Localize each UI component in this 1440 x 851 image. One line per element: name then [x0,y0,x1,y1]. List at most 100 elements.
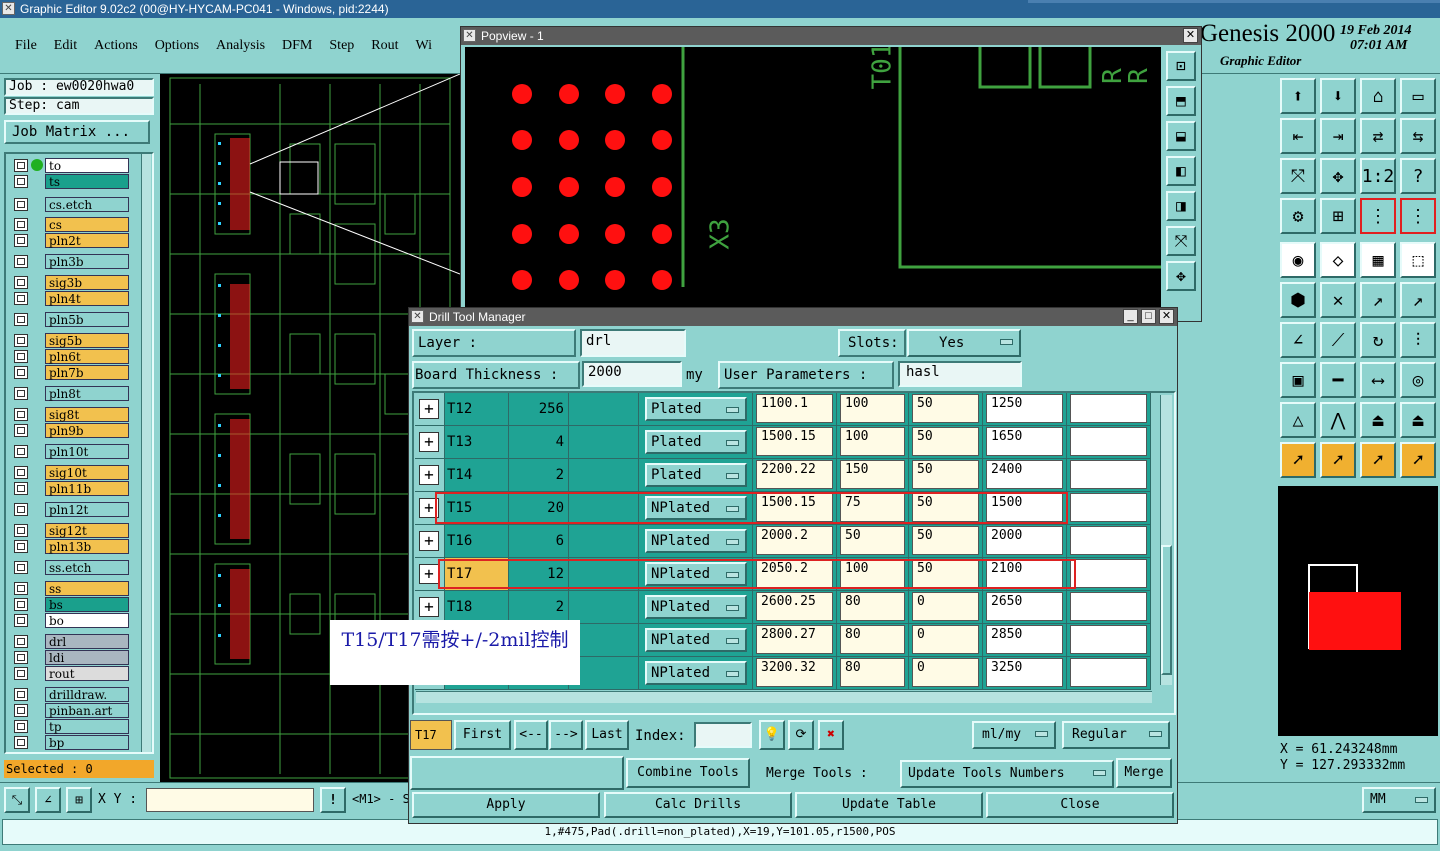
settings-icon[interactable]: ⚙ [1280,198,1316,234]
layer-checkbox[interactable] [14,445,28,458]
tool-param1-input[interactable]: 80 [840,625,905,654]
layer-checkbox[interactable] [14,159,28,172]
tool-size-input[interactable]: 2000.2 [756,526,833,555]
units-dropdown[interactable]: MM [1362,787,1436,813]
layer-checkbox[interactable] [14,598,28,611]
menu-options[interactable]: Options [155,38,199,53]
tool-extra-input[interactable] [1070,625,1147,654]
arch-icon[interactable]: ⋀ [1320,402,1356,438]
expand-icon[interactable]: + [419,399,439,419]
layer-checkbox[interactable] [14,704,28,717]
tool-param2-input[interactable]: 50 [912,394,979,423]
tool-type-dropdown[interactable]: Plated [645,463,747,487]
menu-rout[interactable]: Rout [371,38,398,53]
update-table-button[interactable]: Update Table [795,792,983,818]
tool-param2-input[interactable]: 50 [912,526,979,555]
tool-size-input[interactable]: 2200.22 [756,460,833,489]
clear-icon[interactable]: ✖ [818,720,844,750]
layer-checkbox[interactable] [14,667,28,680]
calc-drills-button[interactable]: Calc Drills [604,792,792,818]
tool-param1-input[interactable]: 100 [840,394,905,423]
xy-input[interactable] [146,788,314,812]
layer-checkbox[interactable] [14,218,28,231]
layer-name[interactable]: tp [45,719,129,734]
job-matrix-button[interactable]: Job Matrix ... [4,120,150,144]
tool-extra-input[interactable] [1070,493,1147,522]
layer-checkbox[interactable] [14,736,28,749]
tool-extra-input[interactable] [1070,427,1147,456]
tool-row[interactable]: + T14 2 Plated 2200.22 150 50 2400 [415,459,1151,492]
expand-icon[interactable]: + [419,564,439,584]
fit-icon[interactable]: ⤧ [1280,158,1316,194]
layer-name[interactable]: cs [45,217,129,232]
grid-icon[interactable]: ⊞ [1320,198,1356,234]
merge-mode-dropdown[interactable]: Update Tools Numbers [900,760,1114,788]
pointer-edit-icon[interactable]: ➚ [1360,442,1396,478]
menu-edit[interactable]: Edit [54,38,77,53]
swap-icon[interactable]: ⇄ [1360,118,1396,154]
apply-button[interactable]: Apply [412,792,600,818]
layer-name[interactable]: pln2t [45,233,129,248]
layer-checkbox[interactable] [14,466,28,479]
units-mode-dropdown[interactable]: ml/my [972,721,1056,749]
layer-name[interactable]: sig3b [45,275,129,290]
slots-dropdown[interactable]: Yes [907,329,1021,357]
regular-dropdown[interactable]: Regular [1062,721,1170,749]
layer-checkbox[interactable] [14,424,28,437]
layer-checkbox[interactable] [14,561,28,574]
table-vscrollbar[interactable] [1160,395,1172,685]
next-button[interactable]: --> [549,720,583,750]
layer-checkbox[interactable] [14,292,28,305]
eject2-icon[interactable]: ⏏ [1400,402,1436,438]
layer-checkbox[interactable] [14,350,28,363]
layer-checkbox[interactable] [14,635,28,648]
home-icon[interactable]: ⌂ [1360,78,1396,114]
line2-icon[interactable]: ↗ [1400,282,1436,318]
popview-close-button[interactable]: ✕ [1183,28,1198,43]
layer-name[interactable]: drilldraw. [45,687,129,702]
expand-icon[interactable]: + [419,432,439,452]
box-icon[interactable]: ⬚ [1400,242,1436,278]
tool-param1-input[interactable]: 50 [840,526,905,555]
mirror-icon[interactable]: ⇆ [1400,118,1436,154]
layer-name[interactable]: sig12t [45,523,129,538]
layer-checkbox[interactable] [14,688,28,701]
tool-size-input[interactable]: 2600.25 [756,592,833,621]
measure-icon[interactable]: ∠ [35,787,61,813]
layer-checkbox[interactable] [14,234,28,247]
pop-pan-right-icon[interactable]: ◨ [1166,191,1196,221]
menu-step[interactable]: Step [329,38,354,53]
alert-icon[interactable]: ! [320,787,346,813]
help-icon[interactable]: ? [1400,158,1436,194]
angle-icon[interactable]: ∠ [1280,322,1316,358]
dtm-maximize-button[interactable]: □ [1141,309,1156,324]
overview-canvas[interactable] [1278,486,1438,736]
layer-name[interactable]: bo [45,613,129,628]
tool-extra-input[interactable] [1070,394,1147,423]
layer-name[interactable]: pinban.art [45,703,129,718]
layer-name[interactable]: pln10t [45,444,129,459]
snap-icon[interactable]: ⋮ [1360,198,1396,234]
select-icon[interactable]: ◉ [1280,242,1316,278]
tool-finish-input[interactable]: 1250 [986,394,1063,423]
layer-name[interactable]: ss.etch [45,560,129,575]
layer-name[interactable]: pln5b [45,312,129,327]
pointer-box-icon[interactable]: ➚ [1320,442,1356,478]
tool-finish-input[interactable]: 2000 [986,526,1063,555]
tool-finish-input[interactable]: 2850 [986,625,1063,654]
eject-icon[interactable]: ⏏ [1360,402,1396,438]
layer-checkbox[interactable] [14,503,28,516]
pop-zoom-out-icon[interactable]: ⬓ [1166,121,1196,151]
popview-canvas[interactable]: T01 X3 R R [465,47,1161,315]
layer-name[interactable]: pln7b [45,365,129,380]
first-button[interactable]: First [454,720,511,750]
pop-fit-icon[interactable]: ⤧ [1166,226,1196,256]
layer-name[interactable]: to [45,158,129,173]
pointer-route-icon[interactable]: ➚ [1400,442,1436,478]
array-icon[interactable]: ⫶ [1400,322,1436,358]
tool-row[interactable]: + T16 6 NPlated 2000.2 50 50 2000 [415,525,1151,558]
pop-center-icon[interactable]: ✥ [1166,261,1196,291]
layer-checkbox[interactable] [14,720,28,733]
dimension-icon[interactable]: ⟷ [1360,362,1396,398]
tool-param2-input[interactable]: 0 [912,625,979,654]
